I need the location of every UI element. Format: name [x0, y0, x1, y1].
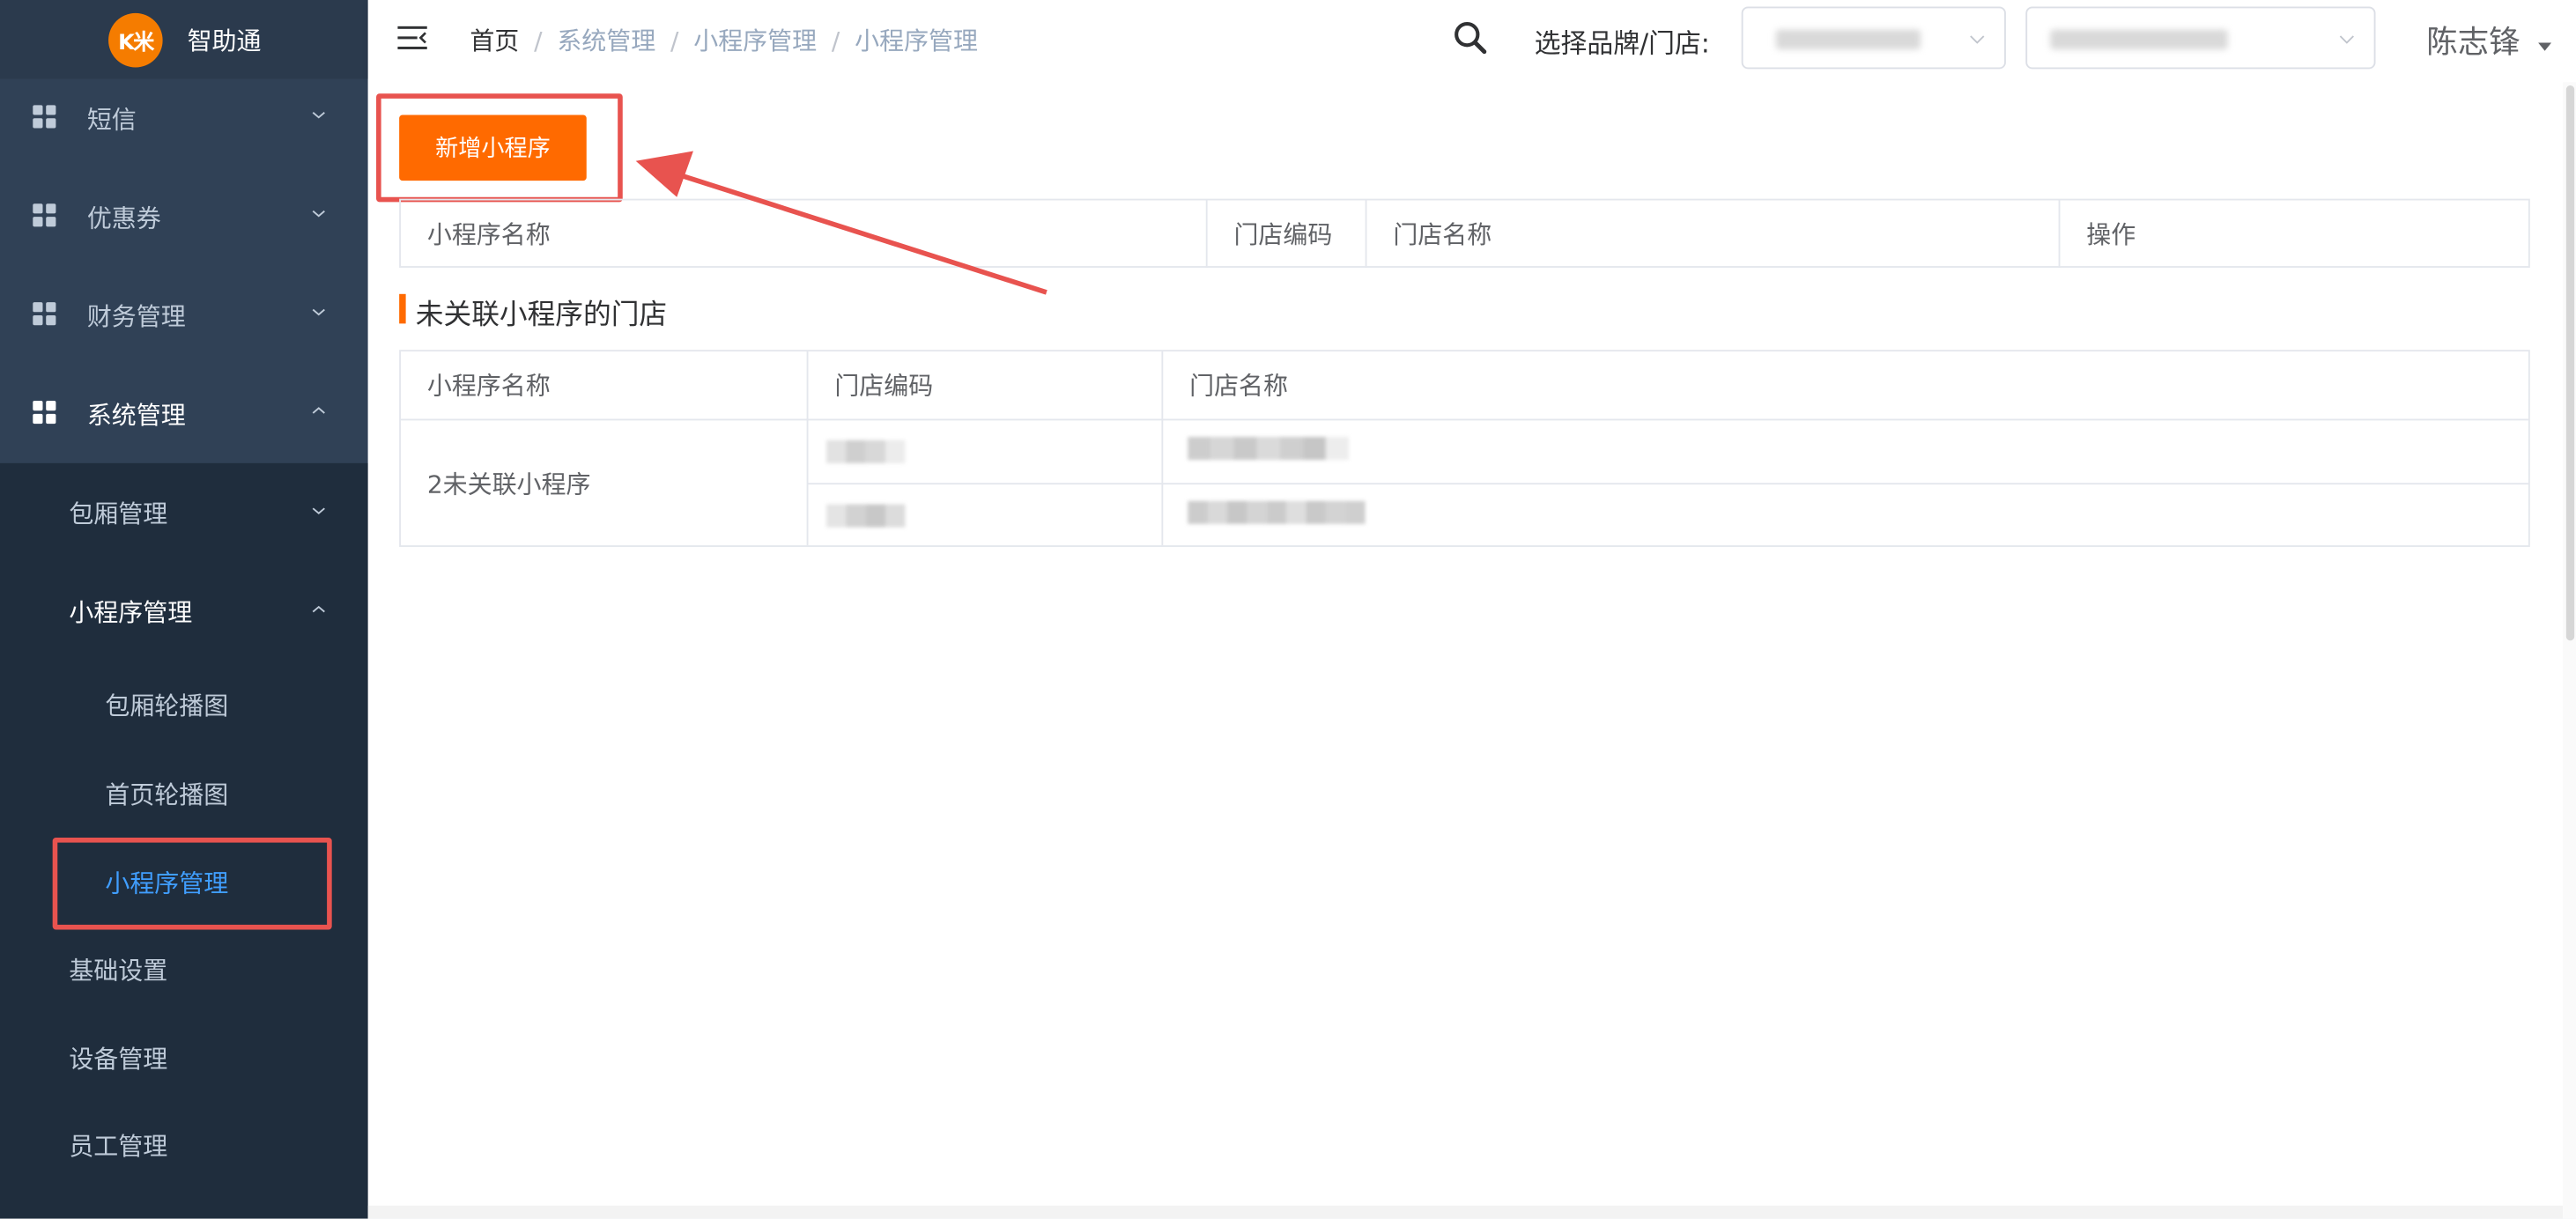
grid-icon — [33, 203, 56, 227]
column-header: 小程序名称 — [426, 219, 551, 250]
sidebar: K米 智助通 短信 优惠券 财务管理 系统管理 包厢管理 小程序管理 包厢轮播图… — [0, 0, 368, 1219]
breadcrumb-system[interactable]: 系统管理 — [557, 26, 655, 56]
section-title: 未关联小程序的门店 — [415, 299, 668, 332]
breadcrumb-home[interactable]: 首页 — [470, 26, 519, 56]
submenu-item-label: 小程序管理 — [69, 596, 193, 627]
menu-item-label: 短信 — [86, 104, 137, 134]
submenu-item-label: 首页轮播图 — [105, 779, 229, 809]
vertical-scrollbar[interactable] — [2565, 85, 2575, 641]
store-code-redacted — [825, 439, 906, 463]
chevron-down-icon — [312, 507, 325, 514]
caret-down-icon[interactable] — [2538, 42, 2552, 51]
submenu-item-label: 设备管理 — [69, 1044, 168, 1074]
submenu-item-staff[interactable]: 员工管理 — [0, 1100, 368, 1189]
submenu-item-label: 员工管理 — [69, 1130, 168, 1161]
column-header: 门店名称 — [1393, 219, 1492, 250]
chevron-up-icon — [312, 605, 325, 613]
column-header: 门店编码 — [1233, 219, 1333, 250]
brand-logo: K米 — [108, 12, 163, 68]
annotation-highlight-sidebar — [52, 838, 332, 930]
breadcrumb-current: 小程序管理 — [855, 26, 979, 56]
submenu-item-devices[interactable]: 设备管理 — [0, 1014, 368, 1103]
brand-select-value-redacted — [1775, 29, 1921, 49]
chevron-down-icon — [1970, 35, 1985, 44]
menu-fold-icon[interactable] — [397, 25, 427, 51]
submenu-item-label: 包厢轮播图 — [105, 691, 229, 720]
submenu-item-label: 基础设置 — [69, 955, 168, 985]
grid-icon — [33, 105, 56, 129]
chevron-down-icon — [2339, 35, 2354, 44]
column-header: 小程序名称 — [426, 371, 551, 402]
brand: K米 智助通 — [0, 0, 368, 79]
menu-item-sms[interactable]: 短信 — [0, 69, 368, 167]
menu-item-coupons[interactable]: 优惠券 — [0, 167, 368, 266]
store-code-redacted — [825, 503, 906, 528]
menu-item-finance[interactable]: 财务管理 — [0, 266, 368, 365]
menu-item-system[interactable]: 系统管理 — [0, 365, 368, 463]
store-select[interactable] — [2025, 6, 2376, 70]
submenu-item-rooms[interactable]: 包厢管理 — [0, 468, 368, 557]
menu-item-label: 财务管理 — [86, 301, 186, 331]
menu-item-label: 优惠券 — [86, 203, 161, 233]
breadcrumb-separator: / — [670, 26, 679, 56]
user-name[interactable]: 陈志锋 — [2426, 18, 2520, 63]
brand-select[interactable] — [1741, 6, 2006, 70]
breadcrumb: 首页 / 系统管理 / 小程序管理 / 小程序管理 — [470, 23, 978, 57]
chevron-up-icon — [312, 407, 325, 414]
submenu-item-home-carousel[interactable]: 首页轮播图 — [0, 749, 368, 838]
store-select-value-redacted — [2050, 29, 2228, 49]
breadcrumb-separator: / — [534, 26, 543, 56]
grid-icon — [33, 401, 56, 425]
grid-icon — [33, 302, 56, 326]
store-name-redacted — [1188, 499, 1366, 524]
submenu-item-miniprogram-group[interactable]: 小程序管理 — [0, 566, 368, 655]
chevron-down-icon — [312, 112, 325, 119]
store-name-redacted — [1188, 435, 1350, 461]
section-accent-bar — [399, 293, 406, 324]
horizontal-scrollbar[interactable] — [367, 1205, 2564, 1219]
store-selector-label: 选择品牌/门店: — [1534, 27, 1710, 60]
breadcrumb-miniprogram[interactable]: 小程序管理 — [693, 26, 817, 56]
menu-item-label: 系统管理 — [86, 400, 186, 430]
column-header: 门店编码 — [834, 371, 934, 402]
submenu-item-basic-settings[interactable]: 基础设置 — [0, 925, 368, 1014]
top-navbar: 首页 / 系统管理 / 小程序管理 / 小程序管理 选择品牌/门店: 陈志锋 — [367, 0, 2576, 79]
brand-name: 智助通 — [187, 25, 262, 55]
annotation-highlight-add-button — [376, 93, 623, 203]
column-header: 操作 — [2086, 219, 2136, 250]
chevron-down-icon — [312, 308, 325, 316]
linked-stores-table: 小程序名称 门店编码 门店名称 操作 — [399, 198, 2530, 268]
submenu-item-label: 包厢管理 — [69, 498, 168, 528]
breadcrumb-separator: / — [831, 26, 840, 56]
unlinked-stores-table: 小程序名称 门店编码 门店名称 2未关联小程序 — [399, 350, 2530, 547]
search-icon[interactable] — [1452, 19, 1488, 55]
chevron-down-icon — [312, 210, 325, 218]
column-header: 门店名称 — [1189, 371, 1289, 402]
submenu-item-room-carousel[interactable]: 包厢轮播图 — [0, 661, 368, 750]
miniprogram-name-cell: 2未关联小程序 — [426, 469, 591, 499]
